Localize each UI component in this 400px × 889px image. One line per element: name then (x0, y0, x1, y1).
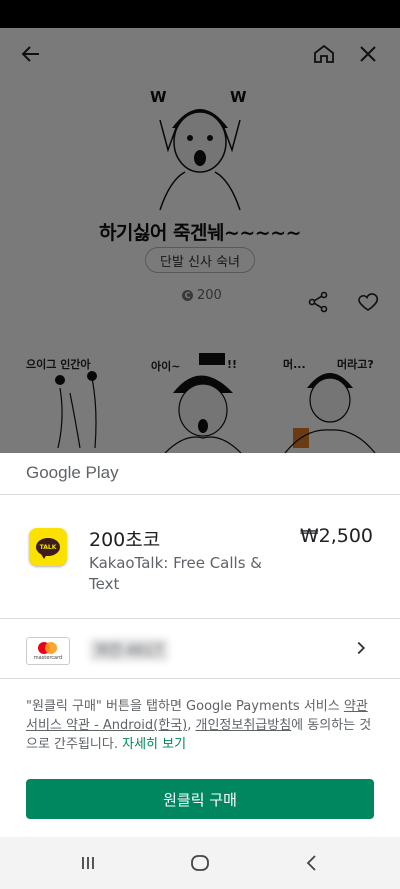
price-value: 200 (197, 288, 222, 303)
sticker-preview-2[interactable]: 아이~ !! (145, 348, 265, 453)
heart-icon[interactable] (350, 284, 386, 320)
back-arrow-icon[interactable] (13, 36, 49, 72)
kakaotalk-app-icon: TALK (29, 528, 67, 566)
back-chevron-icon[interactable] (298, 849, 326, 877)
system-navigation-bar (0, 837, 400, 889)
share-icon[interactable] (300, 284, 336, 320)
talk-bubble-icon: TALK (36, 538, 60, 559)
home-icon[interactable] (306, 36, 342, 72)
chevron-right-icon[interactable] (350, 637, 372, 663)
price-chip: C 200 (182, 288, 222, 303)
sticker-preview-1[interactable]: 으이그 인간아 (20, 348, 140, 453)
hero-letter-w2: W (230, 88, 247, 106)
hero-letter-w1: W (150, 88, 167, 106)
android-terms-link[interactable]: 서비스 약관 - Android(한국) (26, 718, 187, 733)
sticker-caption-3: !! (227, 358, 238, 371)
sticker-hero-image: W O W (150, 85, 247, 211)
mastercard-logo: mastercard (26, 637, 70, 665)
legal-text: "원클릭 구매" 버튼을 탭하면 Google Payments 서비스 약관 … (26, 697, 376, 754)
sticker-title: 하기싫어 죽겐눼~~~~~ (98, 222, 302, 244)
payment-method-row[interactable]: mastercard 와칸-4617 (0, 619, 400, 679)
product-name: 200초코 (89, 529, 161, 551)
google-play-logo: Google Play (26, 463, 119, 482)
payments-terms-link[interactable]: 약관 (344, 699, 368, 714)
sticker-caption-4: 머... (283, 358, 306, 371)
sticker-detail-page: W O W 하기싫어 죽겐눼~~~~~ 단발 신사 숙녀 C 200 으이그 인… (0, 28, 400, 453)
legal-text-part1: "원클릭 구매" 버튼을 탭하면 Google Payments 서비스 (26, 699, 344, 714)
privacy-policy-link[interactable]: 개인정보취급방침 (195, 718, 291, 733)
recents-icon[interactable] (74, 849, 102, 877)
product-row: TALK 200초코 KakaoTalk: Free Calls & Text … (0, 495, 400, 619)
status-bar (0, 0, 400, 28)
sticker-caption-5: 머라고? (337, 358, 374, 371)
card-number: 와칸-4617 (90, 639, 169, 661)
one-click-buy-button[interactable]: 원클릭 구매 (26, 779, 374, 819)
learn-more-link[interactable]: 자세히 보기 (122, 737, 186, 752)
mastercard-logo-text: mastercard (33, 655, 63, 661)
sticker-caption-1: 으이그 인간아 (26, 358, 91, 371)
hero-letter-o: O (192, 85, 203, 100)
close-icon[interactable] (350, 36, 386, 72)
author-chip[interactable]: 단발 신사 숙녀 (145, 247, 255, 273)
sticker-caption-2: 아이~ (151, 360, 181, 373)
home-circle-icon[interactable] (186, 849, 214, 877)
sticker-preview-3[interactable]: 머... 머라고? (275, 348, 395, 453)
choco-coin-icon: C (182, 290, 193, 301)
sheet-header: Google Play (0, 453, 400, 495)
product-price: ₩2,500 (299, 525, 373, 547)
product-app-name: KakaoTalk: Free Calls & Text (89, 554, 262, 593)
google-play-purchase-sheet: Google Play TALK 200초코 KakaoTalk: Free C… (0, 453, 400, 837)
